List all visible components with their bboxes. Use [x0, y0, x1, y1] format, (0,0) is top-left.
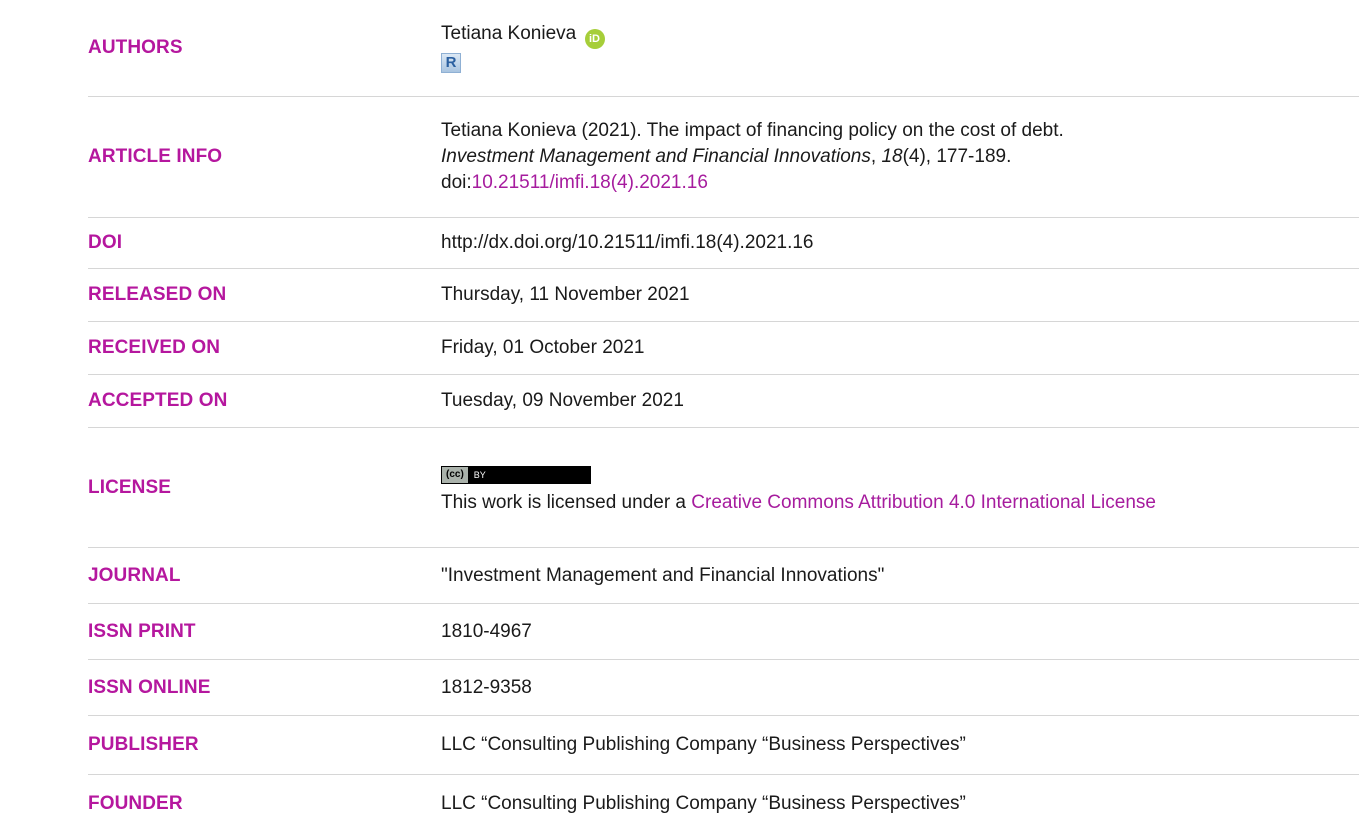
publisher-label: PUBLISHER: [88, 734, 199, 755]
row-founder: FOUNDER LLC “Consulting Publishing Compa…: [88, 775, 1359, 833]
row-accepted: ACCEPTED ON Tuesday, 09 November 2021: [88, 375, 1359, 428]
accepted-date: Tuesday, 09 November 2021: [441, 390, 684, 411]
doi-prefix: doi:: [441, 172, 472, 193]
row-doi: DOI http://dx.doi.org/10.21511/imfi.18(4…: [88, 218, 1359, 269]
citation-doi-link[interactable]: 10.21511/imfi.18(4).2021.16: [472, 172, 708, 193]
researcherid-icon[interactable]: R: [441, 53, 461, 73]
author-name[interactable]: Tetiana Konieva: [441, 23, 576, 44]
issn-online-label: ISSN ONLINE: [88, 676, 211, 698]
journal-name: "Investment Management and Financial Inn…: [441, 564, 885, 586]
citation-sep: ,: [870, 146, 882, 167]
journal-value: "Investment Management and Financial Inn…: [441, 548, 1319, 603]
orcid-icon[interactable]: iD: [584, 29, 605, 49]
issn-online-value: 1812-9358: [441, 660, 1319, 715]
received-label: RECEIVED ON: [88, 337, 221, 358]
doi-url[interactable]: http://dx.doi.org/10.21511/imfi.18(4).20…: [441, 230, 1319, 256]
citation-line-3: doi:10.21511/imfi.18(4).2021.16: [441, 170, 1319, 196]
publisher-value: LLC “Consulting Publishing Company “Busi…: [441, 716, 1319, 774]
released-label: RELEASED ON: [88, 284, 227, 305]
issn-online-number: 1812-9358: [441, 676, 532, 698]
issn-print-label: ISSN PRINT: [88, 620, 196, 642]
license-intro: This work is licensed under a: [441, 492, 692, 513]
license-label: LICENSE: [88, 476, 172, 498]
row-released: RELEASED ON Thursday, 11 November 2021: [88, 269, 1359, 322]
released-date: Thursday, 11 November 2021: [441, 284, 690, 305]
license-link[interactable]: Creative Commons Attribution 4.0 Interna…: [691, 492, 1156, 513]
article-info-label: ARTICLE INFO: [88, 146, 223, 167]
doi-value: http://dx.doi.org/10.21511/imfi.18(4).20…: [441, 218, 1319, 268]
issn-print-number: 1810-4967: [441, 620, 532, 642]
citation-volume: 18: [881, 146, 903, 167]
received-value: Friday, 01 October 2021: [441, 322, 1319, 374]
row-article-info: ARTICLE INFO Tetiana Konieva (2021). The…: [88, 97, 1359, 218]
founder-label: FOUNDER: [88, 793, 183, 814]
article-info-value: Tetiana Konieva (2021). The impact of fi…: [441, 97, 1319, 217]
license-text: This work is licensed under a Creative C…: [441, 490, 1319, 516]
authors-value: Tetiana Konieva iD R: [441, 0, 1319, 96]
row-issn-online: ISSN ONLINE 1812-9358: [88, 660, 1359, 716]
received-date: Friday, 01 October 2021: [441, 337, 645, 358]
row-publisher: PUBLISHER LLC “Consulting Publishing Com…: [88, 716, 1359, 775]
cc-by-badge-icon[interactable]: (cc) BY: [441, 466, 591, 484]
citation-line-2: Investment Management and Financial Inno…: [441, 144, 1319, 170]
accepted-value: Tuesday, 09 November 2021: [441, 375, 1319, 427]
released-value: Thursday, 11 November 2021: [441, 269, 1319, 321]
cc-badge-right: BY: [473, 470, 486, 480]
row-received: RECEIVED ON Friday, 01 October 2021: [88, 322, 1359, 375]
publisher-name: LLC “Consulting Publishing Company “Busi…: [441, 734, 966, 755]
founder-value: LLC “Consulting Publishing Company “Busi…: [441, 775, 1319, 833]
row-journal: JOURNAL "Investment Management and Finan…: [88, 548, 1359, 604]
founder-name: LLC “Consulting Publishing Company “Busi…: [441, 793, 966, 814]
journal-label: JOURNAL: [88, 564, 181, 586]
citation-line-1: Tetiana Konieva (2021). The impact of fi…: [441, 120, 1064, 141]
doi-label: DOI: [88, 232, 123, 253]
accepted-label: ACCEPTED ON: [88, 390, 228, 411]
row-authors: AUTHORS Tetiana Konieva iD R: [88, 0, 1359, 97]
article-metadata-table: AUTHORS Tetiana Konieva iD R ARTICLE INF…: [0, 0, 1359, 836]
cc-badge-left: (cc): [442, 467, 468, 483]
citation-issue-pages: (4), 177-189.: [902, 146, 1012, 167]
license-value: (cc) BY This work is licensed under a Cr…: [441, 428, 1319, 547]
row-license: LICENSE (cc) BY This work is licensed un…: [88, 428, 1359, 548]
issn-print-value: 1810-4967: [441, 604, 1319, 659]
row-issn-print: ISSN PRINT 1810-4967: [88, 604, 1359, 660]
citation-journal: Investment Management and Financial Inno…: [441, 146, 871, 167]
authors-label: AUTHORS: [88, 37, 183, 58]
